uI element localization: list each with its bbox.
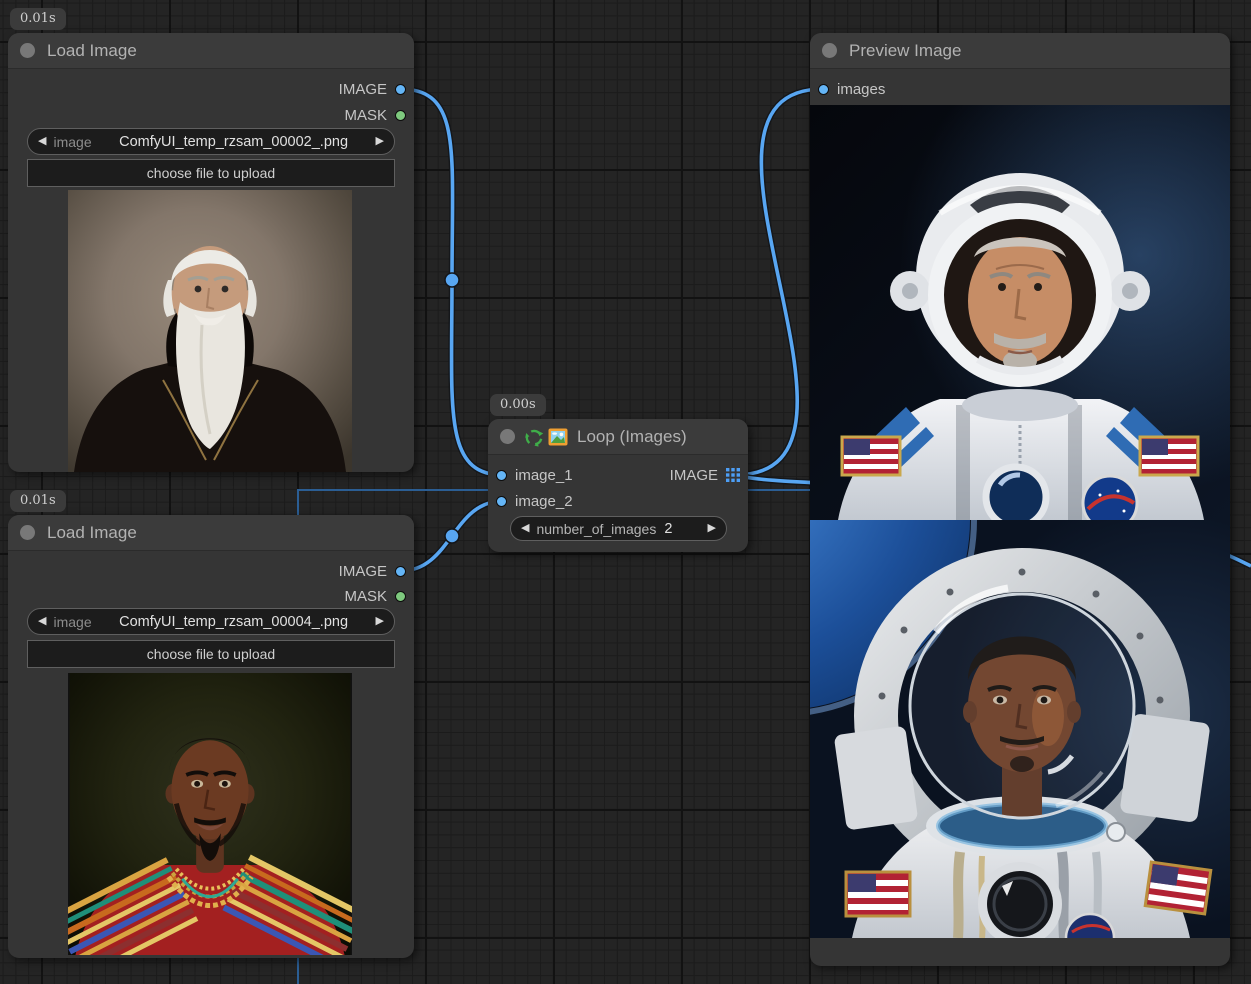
output-slot-image[interactable]: IMAGE bbox=[339, 563, 406, 579]
execution-time-badge: 0.01s bbox=[10, 8, 66, 30]
framed-picture-icon bbox=[548, 427, 568, 447]
slot-label: images bbox=[837, 81, 885, 98]
collapse-dot[interactable] bbox=[500, 429, 515, 444]
input-slot-image-1[interactable]: image_1 bbox=[496, 467, 573, 483]
collapse-dot[interactable] bbox=[20, 525, 35, 540]
node-titlebar[interactable]: Load Image bbox=[8, 515, 414, 551]
execution-time-badge: 0.01s bbox=[10, 490, 66, 512]
slot-label: IMAGE bbox=[339, 563, 387, 580]
node-preview-photo bbox=[68, 190, 352, 472]
portrait-elderly-man-illustration bbox=[68, 190, 352, 472]
mask-slot-dot[interactable] bbox=[395, 110, 406, 121]
title-icons bbox=[524, 427, 568, 447]
node-title: Load Image bbox=[47, 41, 137, 61]
output-slot-image[interactable]: IMAGE bbox=[339, 81, 406, 97]
slot-label: image_1 bbox=[515, 467, 573, 484]
combo-prev-icon[interactable]: ◀ bbox=[521, 523, 529, 534]
input-slot-image-2[interactable]: image_2 bbox=[496, 493, 573, 509]
image-slot-dot[interactable] bbox=[818, 84, 829, 95]
image-slot-dot[interactable] bbox=[395, 84, 406, 95]
output-slot-mask[interactable]: MASK bbox=[344, 107, 406, 123]
combo-prev-icon[interactable]: ◀ bbox=[38, 616, 46, 627]
node-loop-images[interactable]: 0.00s bbox=[488, 419, 748, 552]
astronaut-elder-illustration bbox=[810, 105, 1230, 520]
image-combo-widget[interactable]: ◀ image ComfyUI_temp_rzsam_00004_.png ▶ bbox=[27, 608, 395, 635]
node-preview-photo bbox=[68, 673, 352, 955]
node-load-image-2[interactable]: 0.01s Load Image IMAGE MASK ◀ image Comf… bbox=[8, 515, 414, 958]
portrait-african-man-illustration bbox=[68, 673, 352, 955]
node-title: Preview Image bbox=[849, 41, 961, 61]
mask-slot-dot[interactable] bbox=[395, 591, 406, 602]
us-flag-patch bbox=[1145, 862, 1211, 914]
combo-next-icon[interactable]: ▶ bbox=[708, 523, 716, 534]
combo-label: image bbox=[53, 614, 91, 630]
combo-next-icon[interactable]: ▶ bbox=[376, 616, 384, 627]
node-preview-image[interactable]: 0.39s Preview Image images bbox=[810, 33, 1230, 966]
combo-next-icon[interactable]: ▶ bbox=[376, 136, 384, 147]
output-slot-image[interactable]: IMAGE bbox=[670, 467, 740, 483]
slot-label: IMAGE bbox=[339, 81, 387, 98]
slot-label: IMAGE bbox=[670, 467, 718, 484]
combo-value: 2 bbox=[656, 521, 707, 537]
node-title: Loop (Images) bbox=[577, 427, 687, 447]
slot-label: MASK bbox=[344, 588, 387, 605]
preview-photo-bottom bbox=[810, 520, 1230, 938]
us-flag-patch bbox=[842, 437, 900, 475]
number-of-images-widget[interactable]: ◀ number_of_images 2 ▶ bbox=[510, 516, 727, 541]
astronaut-bubble-helmet-illustration bbox=[810, 520, 1230, 938]
us-flag-patch bbox=[1140, 437, 1198, 475]
image-slot-dot[interactable] bbox=[395, 566, 406, 577]
combo-label: number_of_images bbox=[536, 521, 656, 537]
collapse-dot[interactable] bbox=[20, 43, 35, 58]
combo-label: image bbox=[53, 134, 91, 150]
combo-value: ComfyUI_temp_rzsam_00004_.png bbox=[92, 614, 376, 630]
slot-label: MASK bbox=[344, 107, 387, 124]
image-slot-dot[interactable] bbox=[496, 470, 507, 481]
node-titlebar[interactable]: Load Image bbox=[8, 33, 414, 69]
collapse-dot[interactable] bbox=[822, 43, 837, 58]
combo-value: ComfyUI_temp_rzsam_00002_.png bbox=[92, 134, 376, 150]
us-flag-patch bbox=[846, 872, 910, 916]
combo-prev-icon[interactable]: ◀ bbox=[38, 136, 46, 147]
node-title: Load Image bbox=[47, 523, 137, 543]
upload-button[interactable]: choose file to upload bbox=[27, 640, 395, 668]
recycle-icon bbox=[524, 427, 544, 447]
node-load-image-1[interactable]: 0.01s Load Image IMAGE MASK ◀ image Comf… bbox=[8, 33, 414, 472]
image-slot-dot[interactable] bbox=[496, 496, 507, 507]
preview-photo-top bbox=[810, 105, 1230, 520]
upload-button[interactable]: choose file to upload bbox=[27, 159, 395, 187]
execution-time-badge: 0.00s bbox=[490, 394, 546, 416]
link-midpoint-dot bbox=[445, 273, 459, 287]
slot-label: image_2 bbox=[515, 493, 573, 510]
output-slot-mask[interactable]: MASK bbox=[344, 588, 406, 604]
node-graph-canvas[interactable]: 0.01s Load Image IMAGE MASK ◀ image Comf… bbox=[0, 0, 1251, 984]
link-midpoint-dot bbox=[445, 529, 459, 543]
input-slot-images[interactable]: images bbox=[818, 81, 885, 97]
node-titlebar[interactable]: Preview Image bbox=[810, 33, 1230, 69]
image-combo-widget[interactable]: ◀ image ComfyUI_temp_rzsam_00002_.png ▶ bbox=[27, 128, 395, 155]
node-titlebar[interactable]: Loop (Images) bbox=[488, 419, 748, 455]
grid-output-icon[interactable] bbox=[726, 468, 740, 482]
